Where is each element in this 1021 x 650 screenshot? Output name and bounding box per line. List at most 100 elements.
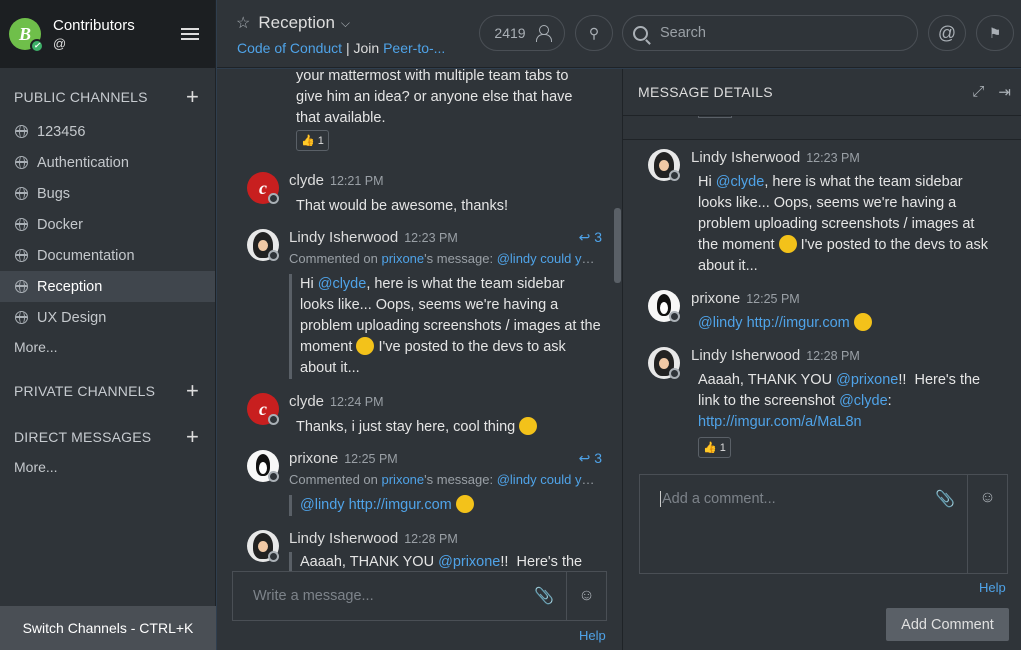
sidebar-item-ux-design[interactable]: UX Design: [0, 302, 215, 333]
sidebar-item-docker[interactable]: Docker: [0, 209, 215, 240]
reaction-thumbs-up[interactable]: 👍 1: [698, 437, 731, 458]
channel-title[interactable]: ☆ Reception ⌵: [236, 13, 350, 33]
add-private-channel-icon[interactable]: +: [186, 380, 199, 402]
comment-reference: Commented on prixone's message: @lindy c…: [289, 251, 601, 266]
post-text: Aaaah, THANK YOU @prixone!! Here's the l…: [698, 370, 996, 433]
rhs-controls: ⤢ ⇥: [972, 83, 1011, 101]
add-public-channel-icon[interactable]: +: [186, 86, 199, 108]
chevron-down-icon[interactable]: ⌵: [341, 16, 350, 31]
help-link[interactable]: Help: [579, 628, 606, 643]
mention-link[interactable]: @prixone: [836, 372, 898, 388]
channel-name: Reception: [258, 13, 335, 32]
post-time[interactable]: 12:28 PM: [806, 349, 860, 363]
grin-emoji-icon: [519, 417, 538, 435]
message-input[interactable]: Write a message... 📎 ☺: [232, 571, 607, 621]
ref-message-link[interactable]: @lindy could you...: [497, 472, 601, 487]
public-channels-title: PUBLIC CHANNELS: [14, 89, 148, 105]
peer-to-peer-link[interactable]: Peer-to-...: [383, 40, 445, 56]
ref-message-link[interactable]: @lindy could you...: [497, 251, 601, 266]
sidebar-item-label: UX Design: [37, 309, 107, 326]
mention-link[interactable]: @lindy: [698, 315, 743, 331]
channel-header: ☆ Reception ⌵ Code of Conduct | Join Pee…: [217, 0, 1021, 68]
switch-channels-button[interactable]: Switch Channels - CTRL+K: [0, 606, 216, 650]
post-username[interactable]: clyde: [289, 393, 324, 410]
attachment-icon[interactable]: 📎: [935, 489, 955, 509]
sidebar-item-label: Reception: [37, 278, 103, 295]
close-icon[interactable]: ⇥: [998, 83, 1011, 101]
ref-prefix: Commented on: [289, 251, 382, 266]
sidebar-item-authentication[interactable]: Authentication: [0, 147, 215, 178]
sidebar-item-reception[interactable]: Reception: [0, 271, 215, 302]
more-public-channels-link[interactable]: More...: [0, 339, 215, 355]
mention-link[interactable]: @clyde: [839, 393, 888, 409]
flagged-posts-button[interactable]: ⚑: [976, 15, 1014, 51]
globe-icon: [15, 218, 28, 231]
reply-icon: ↩: [578, 229, 591, 245]
url-link[interactable]: http://imgur.com: [747, 315, 850, 331]
post-username[interactable]: Lindy Isherwood: [289, 530, 398, 547]
help-link[interactable]: Help: [979, 580, 1006, 595]
mention-link[interactable]: @clyde: [318, 276, 367, 292]
post-username[interactable]: Lindy Isherwood: [289, 229, 398, 246]
search-placeholder: Search: [660, 25, 706, 41]
post-username[interactable]: clyde: [289, 172, 324, 189]
member-count-button[interactable]: 2419: [479, 15, 565, 51]
direct-messages-title: DIRECT MESSAGES: [14, 429, 152, 445]
emoji-picker-icon[interactable]: ☺: [566, 572, 606, 620]
divider: [623, 139, 1021, 140]
thumbs-up-icon: 👍: [301, 135, 315, 147]
search-input[interactable]: Search: [622, 15, 918, 51]
emoji-picker-icon[interactable]: ☺: [967, 475, 1007, 573]
message-placeholder: Write a message...: [253, 588, 374, 604]
sidebar-item-bugs[interactable]: Bugs: [0, 178, 215, 209]
post-username[interactable]: prixone: [691, 290, 740, 307]
post-time[interactable]: 12:25 PM: [344, 452, 398, 466]
member-icon: [535, 25, 552, 42]
pinned-posts-button[interactable]: ⚲: [575, 15, 613, 51]
post-text: Hi @clyde, here is what the team sidebar…: [698, 172, 996, 277]
post-username[interactable]: prixone: [289, 450, 338, 467]
status-icon: [268, 551, 279, 562]
mention-link[interactable]: @prixone: [438, 554, 500, 570]
post-time[interactable]: 12:23 PM: [806, 151, 860, 165]
comment-input[interactable]: Add a comment... 📎 ☺: [639, 474, 1008, 574]
menu-icon[interactable]: [181, 28, 199, 40]
recent-mentions-button[interactable]: @: [928, 15, 966, 51]
url-link[interactable]: http://imgur.com/a/MaL8n: [698, 414, 862, 430]
text-part: Hi: [300, 276, 318, 292]
more-direct-messages-link[interactable]: More...: [0, 459, 215, 475]
url-link[interactable]: http://imgur.com: [349, 497, 452, 513]
attachment-icon[interactable]: 📎: [534, 586, 554, 606]
public-channels-header: PUBLIC CHANNELS +: [0, 86, 215, 108]
scrollbar[interactable]: [614, 208, 621, 283]
code-of-conduct-link[interactable]: Code of Conduct: [237, 40, 342, 56]
confused-emoji-icon: [778, 235, 797, 253]
reply-count-button[interactable]: ↩ 3: [579, 229, 602, 246]
post-time[interactable]: 12:24 PM: [330, 395, 384, 409]
sidebar-item-documentation[interactable]: Documentation: [0, 240, 215, 271]
post-time[interactable]: 12:25 PM: [746, 292, 800, 306]
mention-link[interactable]: @clyde: [716, 174, 765, 190]
post-time[interactable]: 12:28 PM: [404, 532, 458, 546]
ref-user-link[interactable]: prixone: [382, 472, 425, 487]
globe-icon: [15, 280, 28, 293]
star-icon[interactable]: ☆: [236, 13, 250, 33]
team-header[interactable]: B ✓ Contributors @: [0, 0, 215, 68]
reply-count-button[interactable]: ↩ 3: [579, 450, 602, 467]
ref-user-link[interactable]: prixone: [382, 251, 425, 266]
post-time[interactable]: 12:23 PM: [404, 231, 458, 245]
post-username[interactable]: Lindy Isherwood: [691, 347, 800, 364]
post-time[interactable]: 12:21 PM: [330, 174, 384, 188]
list-item: Lindy Isherwood 12:23 PM Hi @clyde, here …: [648, 149, 998, 284]
post-username[interactable]: Lindy Isherwood: [691, 149, 800, 166]
mention-link[interactable]: @lindy: [300, 497, 345, 513]
at-icon: @: [937, 22, 957, 43]
reaction-thumbs-up[interactable]: 👍 1: [296, 130, 329, 151]
sidebar-item-label: Docker: [37, 216, 83, 233]
add-comment-button[interactable]: Add Comment: [886, 608, 1009, 641]
expand-icon[interactable]: ⤢: [972, 83, 984, 101]
team-avatar[interactable]: B ✓: [9, 18, 44, 53]
ref-mid: 's message:: [424, 472, 497, 487]
sidebar-item-123456[interactable]: 123456: [0, 116, 215, 147]
add-direct-message-icon[interactable]: +: [186, 426, 199, 448]
